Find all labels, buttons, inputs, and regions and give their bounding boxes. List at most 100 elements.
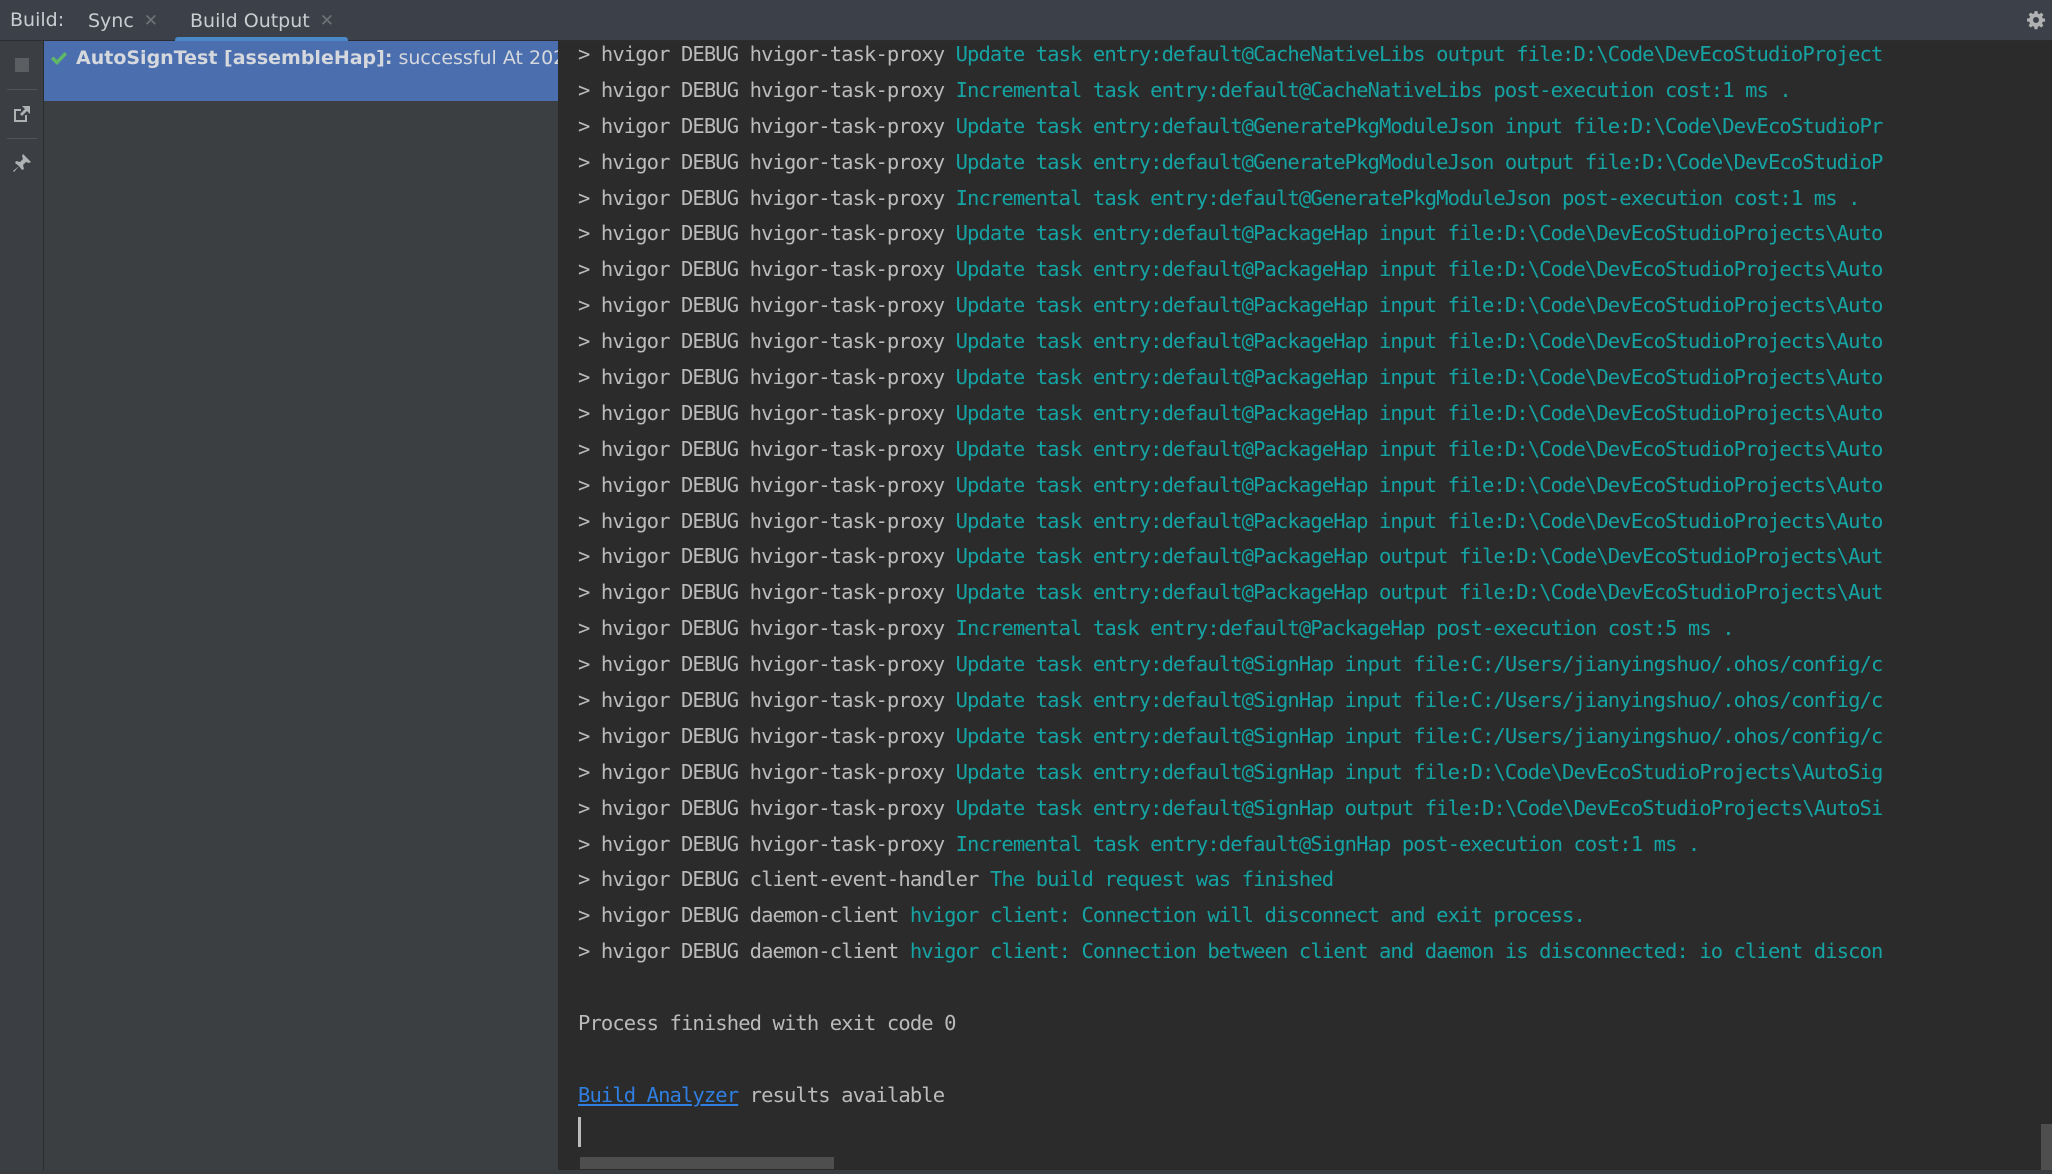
console-line: > hvigor DEBUG hvigor-task-proxy Increme… bbox=[578, 181, 2052, 217]
gear-icon[interactable] bbox=[2026, 10, 2046, 30]
log-prefix: > hvigor DEBUG hvigor-task-proxy bbox=[578, 113, 945, 138]
log-message: Update task entry:default@GeneratePkgMod… bbox=[955, 149, 1884, 174]
console-line: > hvigor DEBUG hvigor-task-proxy Increme… bbox=[578, 827, 2052, 863]
log-message: Update task entry:default@SignHap input … bbox=[955, 652, 1884, 677]
console-line: > hvigor DEBUG hvigor-task-proxy Update … bbox=[578, 252, 2052, 288]
build-tool-window-header: Build: Sync ✕ Build Output ✕ bbox=[0, 0, 2052, 42]
log-message: Update task entry:default@PackageHap inp… bbox=[955, 365, 1884, 390]
open-in-new-window-icon[interactable] bbox=[12, 104, 32, 124]
horizontal-scrollbar[interactable] bbox=[580, 1157, 834, 1169]
console-line: > hvigor DEBUG hvigor-task-proxy Update … bbox=[578, 41, 2052, 73]
log-message: Incremental task entry:default@SignHap p… bbox=[955, 831, 1701, 856]
pin-icon[interactable] bbox=[12, 153, 32, 173]
log-message: Update task entry:default@SignHap output… bbox=[955, 795, 1884, 820]
log-message: Update task entry:default@SignHap input … bbox=[955, 723, 1884, 748]
tab-label: Build Output bbox=[190, 9, 310, 32]
console-line: > hvigor DEBUG hvigor-task-proxy Update … bbox=[578, 468, 2052, 504]
log-prefix: > hvigor DEBUG hvigor-task-proxy bbox=[578, 723, 945, 748]
build-tree-panel: AutoSignTest [assembleHap]: successful A… bbox=[44, 41, 558, 1174]
window-bottom-border bbox=[0, 1170, 2052, 1174]
console-line: > hvigor DEBUG hvigor-task-proxy Update … bbox=[578, 647, 2052, 683]
stop-icon[interactable] bbox=[12, 55, 32, 75]
log-prefix: > hvigor DEBUG hvigor-task-proxy bbox=[578, 759, 945, 784]
console-line: > hvigor DEBUG hvigor-task-proxy Update … bbox=[578, 216, 2052, 252]
build-project-name: AutoSignTest [assembleHap]: bbox=[76, 47, 393, 69]
console-line: > hvigor DEBUG hvigor-task-proxy Update … bbox=[578, 396, 2052, 432]
console-line: > hvigor DEBUG client-event-handler The … bbox=[578, 862, 2052, 898]
log-prefix: > hvigor DEBUG hvigor-task-proxy bbox=[578, 544, 945, 569]
log-message: Update task entry:default@PackageHap inp… bbox=[955, 293, 1884, 318]
log-prefix: > hvigor DEBUG hvigor-task-proxy bbox=[578, 42, 945, 66]
input-line[interactable] bbox=[578, 1114, 2052, 1150]
console-line: > hvigor DEBUG hvigor-task-proxy Update … bbox=[578, 719, 2052, 755]
console-line: > hvigor DEBUG hvigor-task-proxy Increme… bbox=[578, 73, 2052, 109]
log-message: Update task entry:default@PackageHap inp… bbox=[955, 257, 1884, 282]
log-prefix: > hvigor DEBUG hvigor-task-proxy bbox=[578, 580, 945, 605]
console-line: > hvigor DEBUG hvigor-task-proxy Update … bbox=[578, 109, 2052, 145]
log-prefix: > hvigor DEBUG hvigor-task-proxy bbox=[578, 616, 945, 641]
build-tree-item[interactable]: AutoSignTest [assembleHap]: successful A… bbox=[44, 41, 558, 101]
log-prefix: > hvigor DEBUG hvigor-task-proxy bbox=[578, 185, 945, 210]
console-line: > hvigor DEBUG hvigor-task-proxy Update … bbox=[578, 539, 2052, 575]
console-line: > hvigor DEBUG daemon-client hvigor clie… bbox=[578, 934, 2052, 970]
text-cursor bbox=[578, 1116, 581, 1147]
close-icon[interactable]: ✕ bbox=[144, 11, 158, 31]
console-line: > hvigor DEBUG hvigor-task-proxy Update … bbox=[578, 683, 2052, 719]
log-message: Update task entry:default@SignHap input … bbox=[955, 759, 1884, 784]
console-line: > hvigor DEBUG hvigor-task-proxy Update … bbox=[578, 324, 2052, 360]
log-prefix: > hvigor DEBUG hvigor-task-proxy bbox=[578, 221, 945, 246]
check-icon bbox=[51, 52, 67, 65]
log-message: Update task entry:default@PackageHap inp… bbox=[955, 436, 1884, 461]
console-line: > hvigor DEBUG hvigor-task-proxy Increme… bbox=[578, 611, 2052, 647]
tab-sync[interactable]: Sync ✕ bbox=[80, 0, 166, 41]
log-prefix: > hvigor DEBUG client-event-handler bbox=[578, 867, 979, 892]
log-message: Update task entry:default@PackageHap inp… bbox=[955, 400, 1884, 425]
log-prefix: > hvigor DEBUG hvigor-task-proxy bbox=[578, 77, 945, 102]
console-line: > hvigor DEBUG daemon-client hvigor clie… bbox=[578, 898, 2052, 934]
build-analyzer-suffix: results available bbox=[738, 1082, 945, 1107]
build-analyzer-line: Build Analyzer results available bbox=[578, 1078, 2052, 1114]
log-message: Incremental task entry:default@GenerateP… bbox=[955, 185, 1861, 210]
log-prefix: > hvigor DEBUG daemon-client bbox=[578, 939, 899, 964]
log-prefix: > hvigor DEBUG hvigor-task-proxy bbox=[578, 652, 945, 677]
log-prefix: > hvigor DEBUG hvigor-task-proxy bbox=[578, 795, 945, 820]
console-line: > hvigor DEBUG hvigor-task-proxy Update … bbox=[578, 575, 2052, 611]
log-prefix: > hvigor DEBUG hvigor-task-proxy bbox=[578, 508, 945, 533]
process-finished-text: Process finished with exit code 0 bbox=[578, 1011, 956, 1036]
console-line: > hvigor DEBUG hvigor-task-proxy Update … bbox=[578, 504, 2052, 540]
log-prefix: > hvigor DEBUG hvigor-task-proxy bbox=[578, 472, 945, 497]
tab-label: Sync bbox=[88, 9, 134, 32]
log-message: hvigor client: Connection between client… bbox=[909, 939, 1883, 964]
log-prefix: > hvigor DEBUG hvigor-task-proxy bbox=[578, 329, 945, 354]
log-prefix: > hvigor DEBUG daemon-client bbox=[578, 903, 899, 928]
log-message: Update task entry:default@PackageHap inp… bbox=[955, 508, 1884, 533]
log-message: hvigor client: Connection will disconnec… bbox=[909, 903, 1586, 928]
log-prefix: > hvigor DEBUG hvigor-task-proxy bbox=[578, 688, 945, 713]
build-analyzer-link[interactable]: Build Analyzer bbox=[578, 1083, 739, 1107]
log-message: Update task entry:default@PackageHap out… bbox=[955, 580, 1884, 605]
log-message: Update task entry:default@PackageHap inp… bbox=[955, 329, 1884, 354]
log-prefix: > hvigor DEBUG hvigor-task-proxy bbox=[578, 400, 945, 425]
log-message: Update task entry:default@PackageHap inp… bbox=[955, 472, 1884, 497]
tab-build-output[interactable]: Build Output ✕ bbox=[175, 0, 348, 42]
log-message: Update task entry:default@SignHap input … bbox=[955, 688, 1884, 713]
console-line: > hvigor DEBUG hvigor-task-proxy Update … bbox=[578, 791, 2052, 827]
console-line: > hvigor DEBUG hvigor-task-proxy Update … bbox=[578, 360, 2052, 396]
log-prefix: > hvigor DEBUG hvigor-task-proxy bbox=[578, 149, 945, 174]
console-line: > hvigor DEBUG hvigor-task-proxy Update … bbox=[578, 288, 2052, 324]
log-message: Update task entry:default@PackageHap out… bbox=[955, 544, 1884, 569]
close-icon[interactable]: ✕ bbox=[320, 11, 334, 31]
build-toolbar bbox=[0, 41, 44, 1174]
build-status-text: successful At 2024/12 bbox=[398, 47, 558, 69]
vertical-scrollbar[interactable] bbox=[2041, 1124, 2052, 1170]
build-output-console[interactable]: > hvigor DEBUG hvigor-task-proxy Update … bbox=[558, 41, 2052, 1174]
console-line: > hvigor DEBUG hvigor-task-proxy Update … bbox=[578, 432, 2052, 468]
log-message: Incremental task entry:default@CacheNati… bbox=[955, 77, 1792, 102]
log-message: Incremental task entry:default@PackageHa… bbox=[955, 616, 1735, 641]
log-message: Update task entry:default@GeneratePkgMod… bbox=[955, 113, 1884, 138]
log-prefix: > hvigor DEBUG hvigor-task-proxy bbox=[578, 365, 945, 390]
log-prefix: > hvigor DEBUG hvigor-task-proxy bbox=[578, 436, 945, 461]
toolbar-divider bbox=[7, 89, 37, 90]
